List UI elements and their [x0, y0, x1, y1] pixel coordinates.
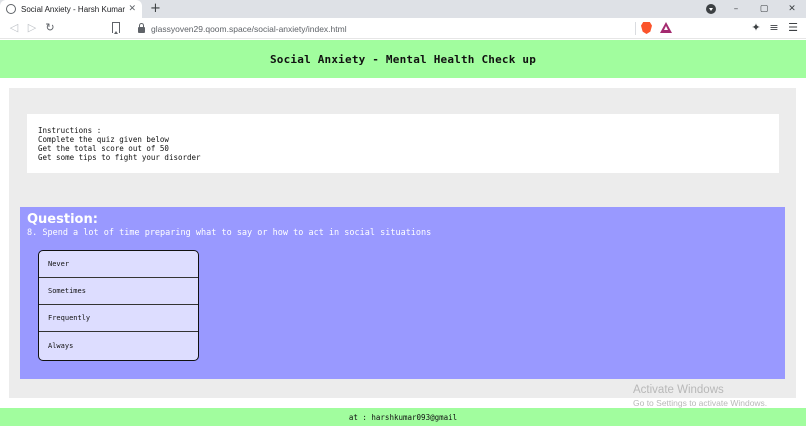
instructions-box: Instructions : Complete the quiz given b…	[27, 114, 779, 173]
page-header: Social Anxiety - Mental Health Check up	[0, 40, 806, 78]
browser-tab[interactable]: Social Anxiety - Harsh Kumar ✕	[0, 0, 142, 18]
minimize-button[interactable]: –	[722, 0, 750, 18]
back-icon[interactable]: ◁	[6, 20, 22, 36]
url-text[interactable]: glassyoven29.qoom.space/social-anxiety/i…	[151, 24, 347, 34]
question-text: 8. Spend a lot of time preparing what to…	[27, 228, 432, 238]
instruction-line: Complete the quiz given below	[38, 135, 169, 144]
page-footer: at : harshkumar093@gmail	[0, 408, 806, 426]
tab-title: Social Anxiety - Harsh Kumar	[21, 4, 126, 14]
bookmark-icon[interactable]	[112, 22, 120, 34]
globe-icon	[6, 4, 16, 14]
browser-toolbar: ◁ ▷ ↻ glassyoven29.qoom.space/social-anx…	[0, 18, 806, 39]
instruction-line: Get the total score out of 50	[38, 144, 169, 153]
answer-options: Never Sometimes Frequently Always	[38, 250, 199, 361]
question-heading: Question:	[27, 212, 98, 227]
option-sometimes[interactable]: Sometimes	[39, 278, 198, 305]
option-always[interactable]: Always	[39, 332, 198, 359]
close-tab-icon[interactable]: ✕	[128, 3, 136, 15]
reload-icon[interactable]: ↻	[42, 20, 58, 36]
activate-windows-watermark: Activate Windows Go to Settings to activ…	[633, 384, 767, 408]
quiz-box: Question: 8. Spend a lot of time prepari…	[20, 207, 785, 379]
menu-icon[interactable]: ☰	[785, 20, 801, 36]
toolbar-divider	[635, 22, 636, 35]
footer-contact: at : harshkumar093@gmail	[348, 412, 458, 422]
extensions-icon[interactable]: ✦	[748, 20, 764, 36]
tab-strip: Social Anxiety - Harsh Kumar ✕ + – ▢ ✕	[0, 0, 806, 18]
page-title: Social Anxiety - Mental Health Check up	[269, 52, 537, 66]
watermark-subtitle: Go to Settings to activate Windows.	[633, 398, 768, 408]
tab-search-icon[interactable]	[706, 4, 716, 14]
brave-rewards-icon[interactable]	[660, 22, 672, 33]
option-frequently[interactable]: Frequently	[39, 305, 198, 332]
maximize-button[interactable]: ▢	[750, 0, 778, 18]
reading-list-icon[interactable]: ≡	[766, 20, 782, 36]
forward-icon[interactable]: ▷	[24, 20, 40, 36]
instructions-heading: Instructions :	[38, 126, 102, 135]
address-bar[interactable]: glassyoven29.qoom.space/social-anxiety/i…	[130, 20, 678, 37]
watermark-title: Activate Windows	[633, 384, 724, 396]
new-tab-button[interactable]: +	[150, 1, 161, 17]
lock-icon[interactable]	[138, 23, 145, 33]
option-never[interactable]: Never	[39, 251, 198, 278]
close-window-button[interactable]: ✕	[778, 0, 806, 18]
instruction-line: Get some tips to fight your disorder	[38, 153, 201, 162]
